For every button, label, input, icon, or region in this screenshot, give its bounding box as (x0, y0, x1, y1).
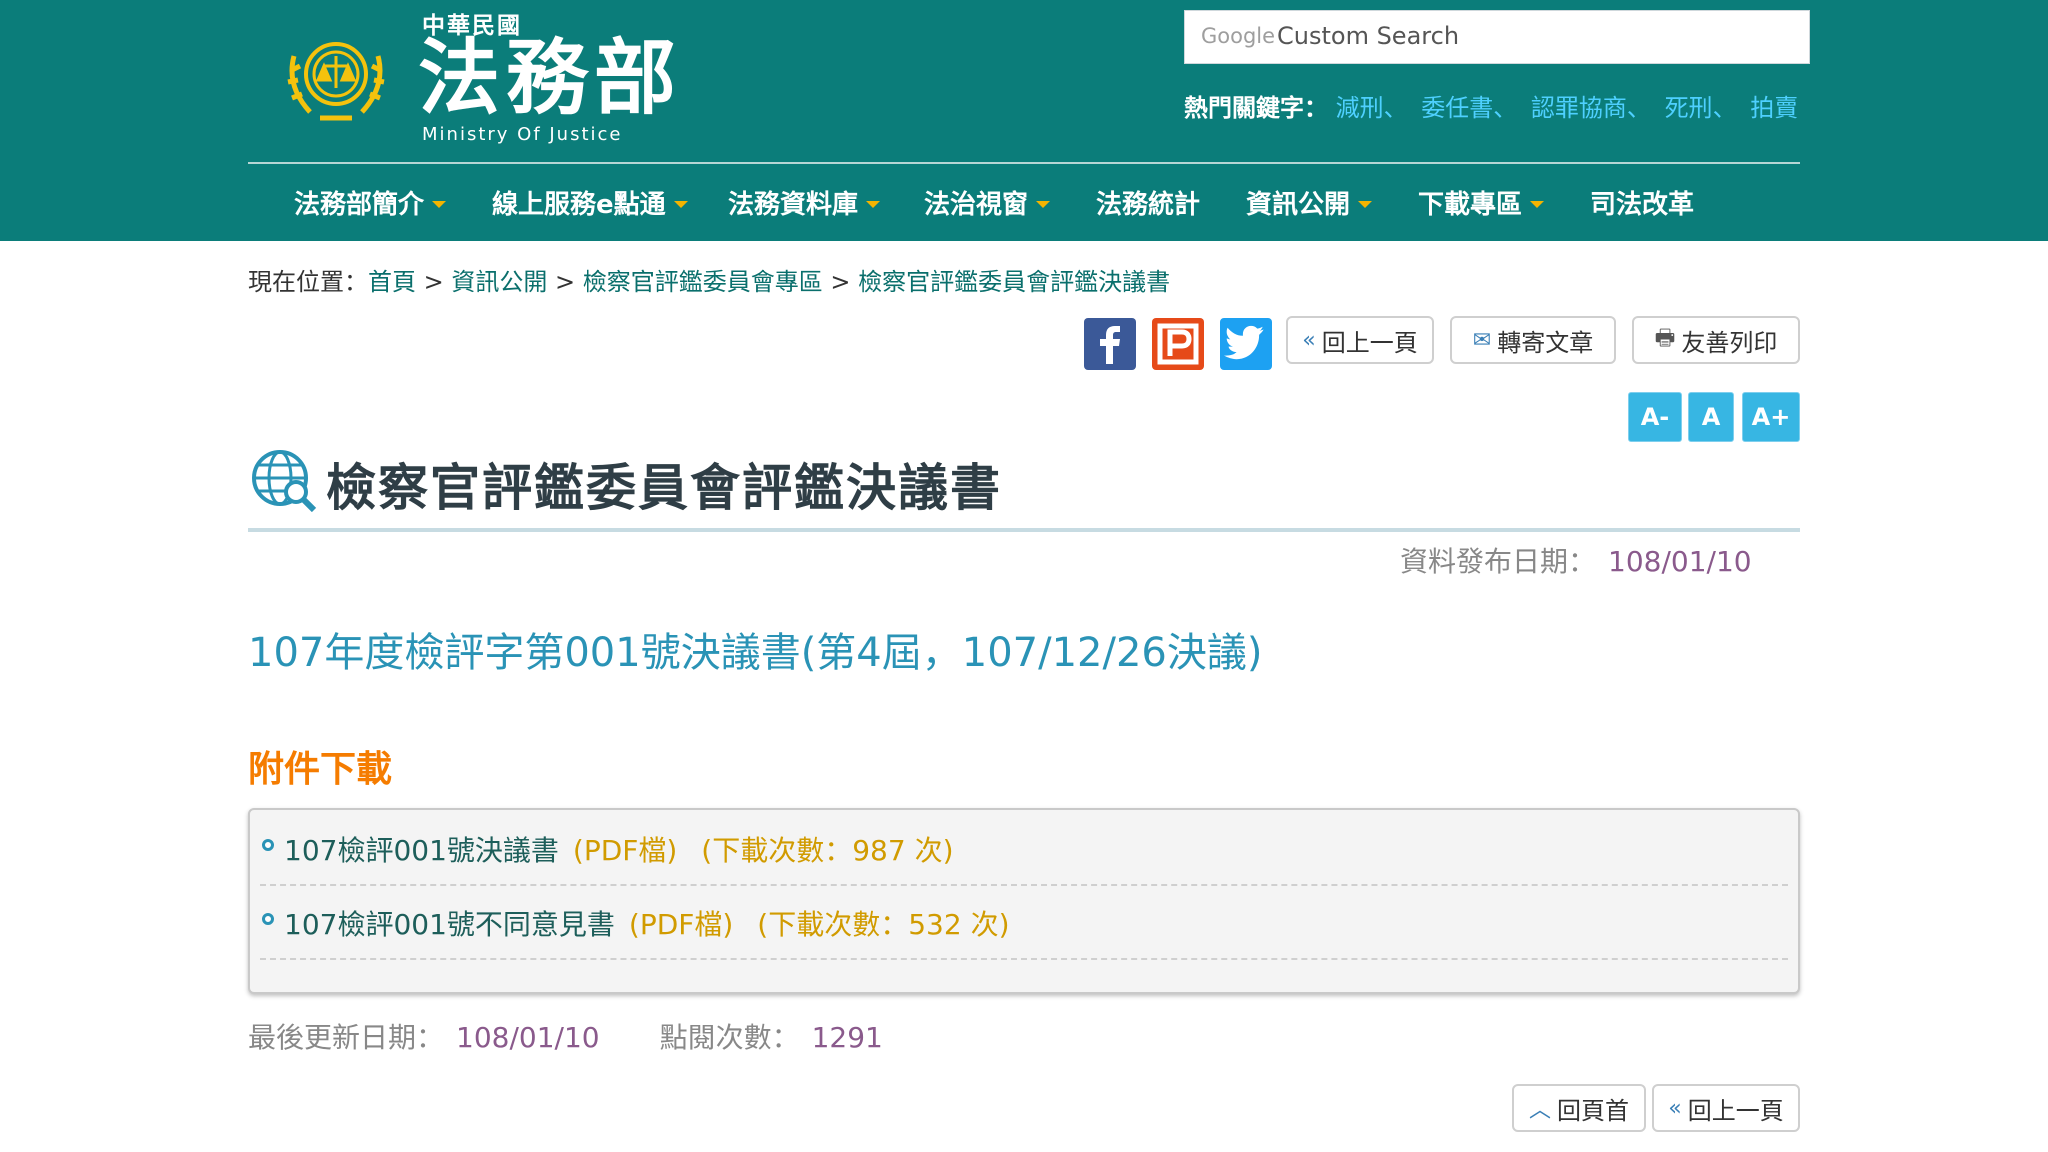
nav-item-label: 司法改革 (1590, 190, 1695, 220)
caret-down-icon (1530, 201, 1545, 208)
forward-article-label: 轉寄文章 (1497, 328, 1594, 357)
attachments-heading: 附件下載 (248, 749, 393, 790)
facebook-icon (1100, 326, 1120, 364)
twitter-share-button[interactable] (1220, 318, 1272, 370)
nav-item-online-service[interactable]: 線上服務e點通 (492, 164, 688, 241)
bottom-back-label: 回上一頁 (1687, 1096, 1784, 1125)
print-button-label: 友善列印 (1681, 328, 1778, 357)
attachment-download-count: (下載次數：987 次) (701, 834, 954, 867)
nav-item-info-disclosure[interactable]: 資訊公開 (1246, 164, 1373, 241)
chevron-up-icon: ︿ (1528, 1098, 1551, 1123)
hot-keyword-sep: 、 (1493, 94, 1518, 122)
nav-item-about[interactable]: 法務部簡介 (294, 164, 447, 241)
bottom-back-button[interactable]: «回上一頁 (1652, 1084, 1800, 1132)
hot-keywords: 熱門關鍵字： 減刑、 委任書、 認罪協商、 死刑、 拍賣 (1184, 88, 1798, 123)
search-brand: Google (1201, 24, 1276, 48)
updated-date-value: 108/01/10 (456, 1021, 600, 1054)
attachment-item[interactable]: 107檢評001號決議書 (PDF檔) (下載次數：987 次) (260, 814, 1788, 886)
views-label: 點閱次數： (659, 1021, 800, 1054)
nav-item-label: 法治視窗 (924, 190, 1029, 220)
plurk-share-button[interactable] (1152, 318, 1204, 370)
search-placeholder: Custom Search (1277, 22, 1460, 50)
publish-date-label: 資料發布日期： (1400, 545, 1597, 578)
hot-keyword-link[interactable]: 死刑 (1665, 94, 1713, 122)
print-button[interactable]: 🖶 友善列印 (1632, 316, 1800, 364)
hot-keyword-sep: 、 (1383, 94, 1408, 122)
hot-keyword-link[interactable]: 委任書 (1421, 94, 1493, 122)
attachment-link[interactable]: 107檢評001號不同意見書 (284, 903, 615, 943)
caret-down-icon (673, 201, 688, 208)
breadcrumb-prefix: 現在位置： (248, 268, 368, 296)
title-divider (248, 528, 1800, 532)
ministry-emblem-icon[interactable] (280, 26, 392, 130)
twitter-icon (1224, 325, 1264, 360)
breadcrumb-link[interactable]: 首頁 (368, 268, 416, 296)
caret-down-icon (1036, 201, 1051, 208)
font-size-small-button[interactable]: A- (1628, 392, 1682, 442)
font-size-large-button[interactable]: A+ (1742, 392, 1800, 442)
page-title: 檢察官評鑑委員會評鑑決議書 (326, 459, 1002, 517)
hot-keyword-link[interactable]: 認罪協商 (1531, 94, 1627, 122)
nav-item-label: 線上服務e點通 (492, 190, 666, 220)
facebook-share-button[interactable] (1084, 318, 1136, 370)
attachment-type: (PDF檔) (628, 908, 734, 941)
back-button[interactable]: «回上一頁 (1286, 316, 1434, 364)
mail-icon: ✉ (1472, 327, 1492, 353)
updated-date-label: 最後更新日期： (248, 1021, 445, 1054)
nav-item-label: 法務部簡介 (294, 190, 425, 220)
nav-item-judicial-reform[interactable]: 司法改革 (1590, 164, 1694, 241)
hot-keyword-sep: 、 (1712, 94, 1737, 122)
nav-item-legal-window[interactable]: 法治視窗 (924, 164, 1051, 241)
forward-article-button[interactable]: ✉ 轉寄文章 (1450, 316, 1616, 364)
globe-search-icon (252, 450, 317, 512)
breadcrumb: 現在位置：首頁 > 資訊公開 > 檢察官評鑑委員會專區 > 檢察官評鑑委員會評鑑… (248, 262, 1170, 297)
hot-keywords-label: 熱門關鍵字： (1184, 94, 1328, 122)
plurk-icon (1157, 323, 1199, 365)
back-to-top-label: 回頁首 (1557, 1096, 1629, 1125)
logo-title[interactable]: 法務部 (418, 30, 682, 126)
font-size-normal-button[interactable]: A (1688, 392, 1734, 442)
nav-item-statistics[interactable]: 法務統計 (1096, 164, 1200, 241)
attachment-type: (PDF檔) (572, 834, 678, 867)
main-nav: 法務部簡介 線上服務e點通 法務資料庫 法治視窗 法務統計 資訊公開 下載專區 … (248, 164, 1800, 241)
breadcrumb-link[interactable]: 資訊公開 (451, 268, 547, 296)
views-value: 1291 (811, 1021, 883, 1054)
attachments-list: 107檢評001號決議書 (PDF檔) (下載次數：987 次) 107檢評00… (248, 808, 1800, 994)
logo-english: Ministry Of Justice (422, 124, 623, 145)
attachment-download-count: (下載次數：532 次) (757, 908, 1010, 941)
back-to-top-button[interactable]: ︿ 回頁首 (1512, 1084, 1646, 1132)
breadcrumb-link[interactable]: 檢察官評鑑委員會評鑑決議書 (858, 268, 1170, 296)
caret-down-icon (432, 201, 447, 208)
attachment-link[interactable]: 107檢評001號決議書 (284, 829, 559, 869)
caret-down-icon (1358, 201, 1373, 208)
nav-item-label: 法務資料庫 (728, 190, 859, 220)
bullet-icon (262, 839, 274, 851)
printer-icon: 🖶 (1654, 326, 1676, 351)
nav-item-label: 下載專區 (1418, 190, 1523, 220)
back-arrow-icon: « (1668, 1095, 1682, 1121)
back-button-label: 回上一頁 (1321, 328, 1418, 357)
breadcrumb-sep: > (547, 268, 583, 296)
document-title: 107年度檢評字第001號決議書(第4屆，107/12/26決議) (248, 630, 1263, 676)
caret-down-icon (866, 201, 881, 208)
site-header: 中華民國 法務部 Ministry Of Justice Google Cust… (0, 0, 2048, 241)
back-arrow-icon: « (1302, 327, 1316, 353)
breadcrumb-sep: > (822, 268, 859, 296)
nav-item-label: 法務統計 (1096, 190, 1201, 220)
hot-keyword-link[interactable]: 拍賣 (1750, 94, 1798, 122)
breadcrumb-link[interactable]: 檢察官評鑑委員會專區 (583, 268, 823, 296)
hot-keyword-sep: 、 (1626, 94, 1651, 122)
publish-date: 資料發布日期： 108/01/10 (1400, 540, 1752, 580)
nav-item-database[interactable]: 法務資料庫 (728, 164, 881, 241)
publish-date-value: 108/01/10 (1608, 545, 1752, 578)
nav-item-label: 資訊公開 (1246, 190, 1351, 220)
bullet-icon (262, 913, 274, 925)
breadcrumb-sep: > (416, 268, 452, 296)
nav-item-downloads[interactable]: 下載專區 (1418, 164, 1545, 241)
search-input[interactable]: Google Custom Search (1184, 10, 1810, 64)
hot-keyword-link[interactable]: 減刑 (1336, 94, 1384, 122)
attachment-item[interactable]: 107檢評001號不同意見書 (PDF檔) (下載次數：532 次) (260, 888, 1788, 960)
page-meta: 最後更新日期： 108/01/10 點閱次數： 1291 (248, 1016, 883, 1056)
